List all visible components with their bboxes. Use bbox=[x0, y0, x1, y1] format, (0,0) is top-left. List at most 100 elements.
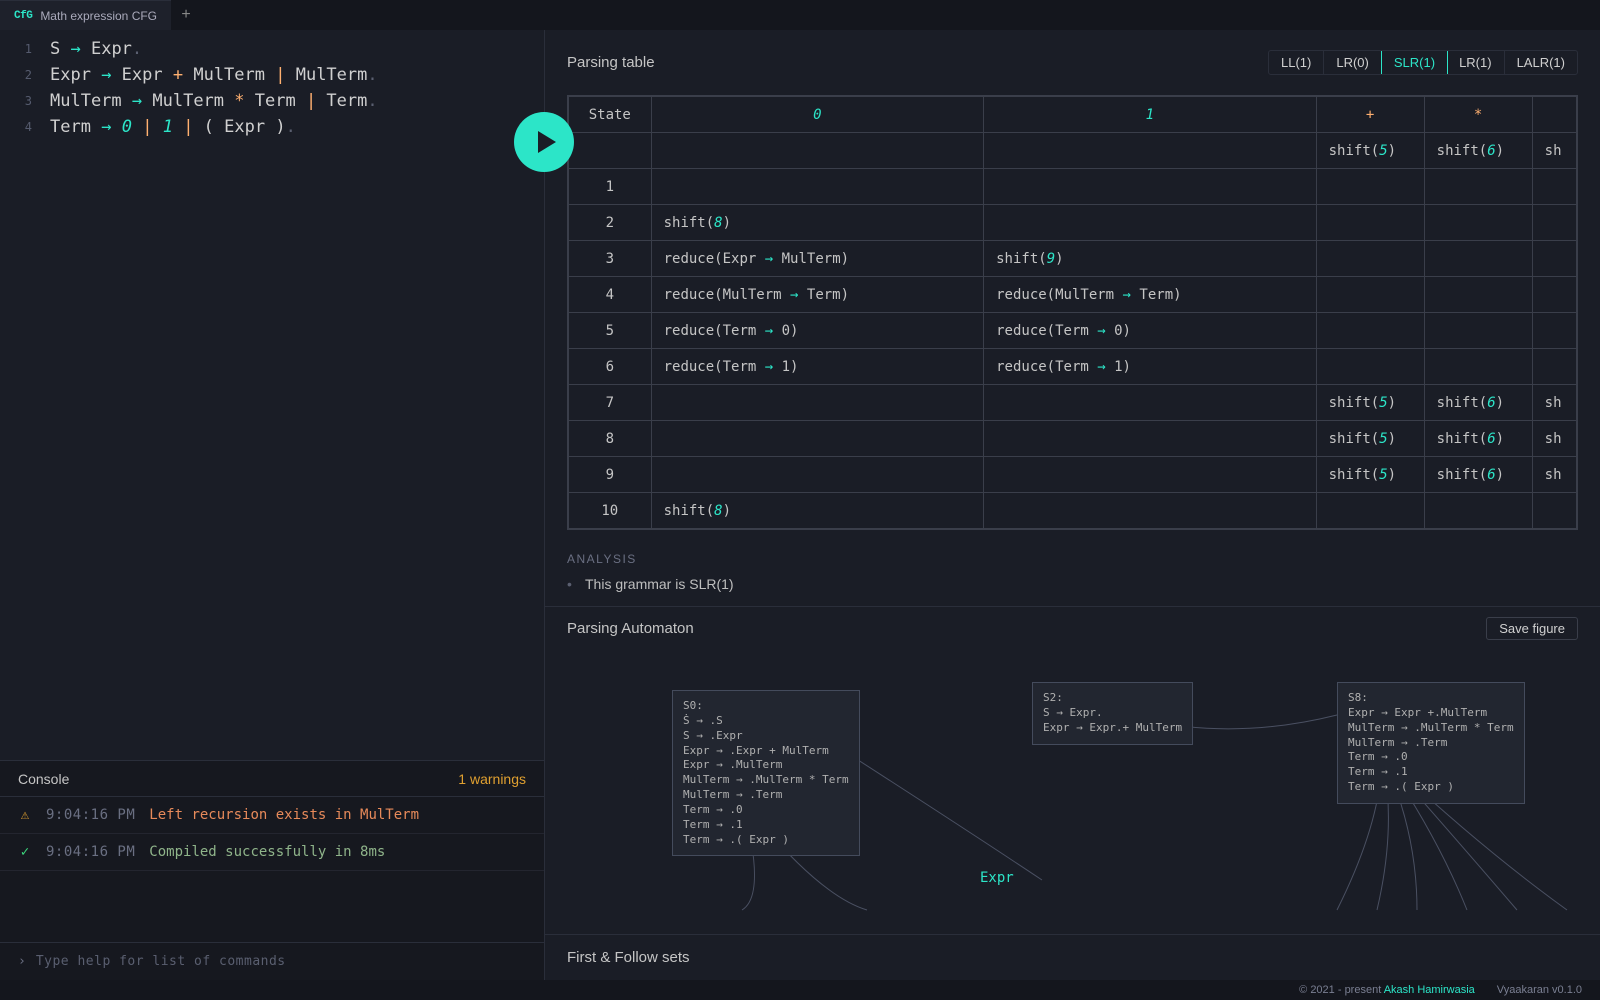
console-placeholder: Type help for list of commands bbox=[36, 954, 286, 969]
analysis-item: This grammar is SLR(1) bbox=[567, 576, 1578, 592]
log-message: Compiled successfully in 8ms bbox=[149, 844, 385, 860]
action-cell bbox=[651, 169, 984, 205]
action-cell: sh bbox=[1532, 421, 1576, 457]
action-cell: reduce(Term → 0) bbox=[984, 313, 1317, 349]
table-row: 7shift(5)shift(6)sh bbox=[569, 385, 1577, 421]
action-cell: shift(6) bbox=[1424, 421, 1532, 457]
tab-lr0[interactable]: LR(0) bbox=[1324, 51, 1382, 74]
state-cell bbox=[569, 133, 652, 169]
action-cell: shift(5) bbox=[1316, 457, 1424, 493]
code-line[interactable]: Term → 0 | 1 | ( Expr ). bbox=[50, 117, 296, 137]
action-cell bbox=[984, 421, 1317, 457]
grammar-editor[interactable]: 1S → Expr. 2Expr → Expr + MulTerm | MulT… bbox=[0, 30, 544, 760]
right-pane: Parsing table LL(1) LR(0) SLR(1) LR(1) L… bbox=[545, 30, 1600, 980]
action-cell bbox=[1424, 277, 1532, 313]
parsing-table[interactable]: State 0 1 + * shift(5)shift(6)sh12shift(… bbox=[567, 95, 1578, 530]
table-row: 4reduce(MulTerm → Term)reduce(MulTerm → … bbox=[569, 277, 1577, 313]
log-time: 9:04:16 PM bbox=[46, 807, 135, 823]
action-cell bbox=[1424, 169, 1532, 205]
state-node-s2[interactable]: S2: S → Expr. Expr → Expr.+ MulTerm bbox=[1032, 682, 1193, 745]
action-cell: shift(9) bbox=[984, 241, 1317, 277]
tab-add-button[interactable]: + bbox=[171, 0, 201, 30]
analysis-block: ANALYSIS This grammar is SLR(1) bbox=[567, 552, 1578, 592]
table-row: 2shift(8) bbox=[569, 205, 1577, 241]
action-cell bbox=[1424, 313, 1532, 349]
tab-lalr1[interactable]: LALR(1) bbox=[1505, 51, 1577, 74]
topbar: CfG Math expression CFG + bbox=[0, 0, 1600, 30]
version-label: Vyaakaran v0.1.0 bbox=[1497, 984, 1582, 996]
state-node-s0[interactable]: S0: Ṡ → .S S → .Expr Expr → .Expr + MulT… bbox=[672, 690, 860, 856]
col-header: 1 bbox=[1146, 107, 1154, 123]
left-pane: 1S → Expr. 2Expr → Expr + MulTerm | MulT… bbox=[0, 30, 545, 980]
tab-ll1[interactable]: LL(1) bbox=[1269, 51, 1324, 74]
warning-icon: ⚠ bbox=[18, 807, 32, 823]
action-cell: shift(8) bbox=[651, 493, 984, 529]
action-cell bbox=[1424, 205, 1532, 241]
warnings-badge[interactable]: 1 warnings bbox=[458, 771, 526, 787]
action-cell bbox=[1316, 277, 1424, 313]
state-cell: 7 bbox=[569, 385, 652, 421]
action-cell bbox=[1316, 349, 1424, 385]
success-icon: ✓ bbox=[18, 844, 32, 860]
console-row: ⚠ 9:04:16 PM Left recursion exists in Mu… bbox=[0, 797, 544, 834]
action-cell: shift(5) bbox=[1316, 421, 1424, 457]
action-cell bbox=[984, 169, 1317, 205]
state-cell: 1 bbox=[569, 169, 652, 205]
first-follow-section[interactable]: First & Follow sets bbox=[545, 935, 1600, 980]
line-number: 4 bbox=[0, 120, 50, 134]
action-cell bbox=[1316, 169, 1424, 205]
automaton-title: Parsing Automaton bbox=[567, 620, 694, 637]
action-cell bbox=[651, 457, 984, 493]
action-cell bbox=[1532, 241, 1576, 277]
action-cell: shift(6) bbox=[1424, 385, 1532, 421]
col-header: + bbox=[1366, 107, 1374, 123]
tab-active[interactable]: CfG Math expression CFG bbox=[0, 0, 171, 30]
parsing-table-section: Parsing table LL(1) LR(0) SLR(1) LR(1) L… bbox=[545, 40, 1600, 607]
action-cell: shift(8) bbox=[651, 205, 984, 241]
log-message: Left recursion exists in MulTerm bbox=[149, 807, 419, 823]
console-row: ✓ 9:04:16 PM Compiled successfully in 8m… bbox=[0, 834, 544, 871]
state-cell: 9 bbox=[569, 457, 652, 493]
table-row: 9shift(5)shift(6)sh bbox=[569, 457, 1577, 493]
automaton-section: Parsing Automaton Save figure S0: Ṡ → .S… bbox=[545, 607, 1600, 935]
edge-label: Expr bbox=[980, 870, 1014, 886]
state-cell: 2 bbox=[569, 205, 652, 241]
state-cell: 5 bbox=[569, 313, 652, 349]
state-node-s8[interactable]: S8: Expr → Expr +.MulTerm MulTerm → .Mul… bbox=[1337, 682, 1525, 804]
action-cell: sh bbox=[1532, 457, 1576, 493]
code-line[interactable]: MulTerm → MulTerm * Term | Term. bbox=[50, 91, 378, 111]
table-row: 5reduce(Term → 0)reduce(Term → 0) bbox=[569, 313, 1577, 349]
state-cell: 4 bbox=[569, 277, 652, 313]
automaton-graph[interactable]: S0: Ṡ → .S S → .Expr Expr → .Expr + MulT… bbox=[567, 660, 1578, 910]
prompt-caret-icon: › bbox=[18, 954, 26, 969]
state-cell: 10 bbox=[569, 493, 652, 529]
state-cell: 3 bbox=[569, 241, 652, 277]
action-cell: reduce(Expr → MulTerm) bbox=[651, 241, 984, 277]
code-line[interactable]: Expr → Expr + MulTerm | MulTerm. bbox=[50, 65, 378, 85]
cfg-icon: CfG bbox=[14, 10, 32, 22]
action-cell bbox=[1424, 493, 1532, 529]
code-line[interactable]: S → Expr. bbox=[50, 39, 142, 59]
parser-type-tabs: LL(1) LR(0) SLR(1) LR(1) LALR(1) bbox=[1268, 50, 1578, 75]
action-cell bbox=[1532, 313, 1576, 349]
run-button[interactable] bbox=[514, 112, 574, 172]
save-figure-button[interactable]: Save figure bbox=[1486, 617, 1578, 640]
action-cell: reduce(Term → 0) bbox=[651, 313, 984, 349]
first-follow-title: First & Follow sets bbox=[567, 949, 690, 966]
line-number: 3 bbox=[0, 94, 50, 108]
author-link[interactable]: Akash Hamirwasia bbox=[1384, 984, 1475, 996]
action-cell bbox=[1532, 205, 1576, 241]
console-panel: Console 1 warnings ⚠ 9:04:16 PM Left rec… bbox=[0, 760, 544, 980]
table-row: 10shift(8) bbox=[569, 493, 1577, 529]
tab-lr1[interactable]: LR(1) bbox=[1447, 51, 1505, 74]
tab-label: Math expression CFG bbox=[40, 9, 157, 23]
copyright: © 2021 - present Akash Hamirwasia bbox=[1299, 984, 1475, 996]
tab-slr1[interactable]: SLR(1) bbox=[1381, 50, 1448, 75]
action-cell bbox=[1316, 241, 1424, 277]
action-cell bbox=[651, 133, 984, 169]
action-cell bbox=[984, 385, 1317, 421]
action-cell bbox=[1532, 493, 1576, 529]
action-cell: reduce(Term → 1) bbox=[984, 349, 1317, 385]
console-input[interactable]: › Type help for list of commands bbox=[0, 942, 544, 980]
line-number: 2 bbox=[0, 68, 50, 82]
